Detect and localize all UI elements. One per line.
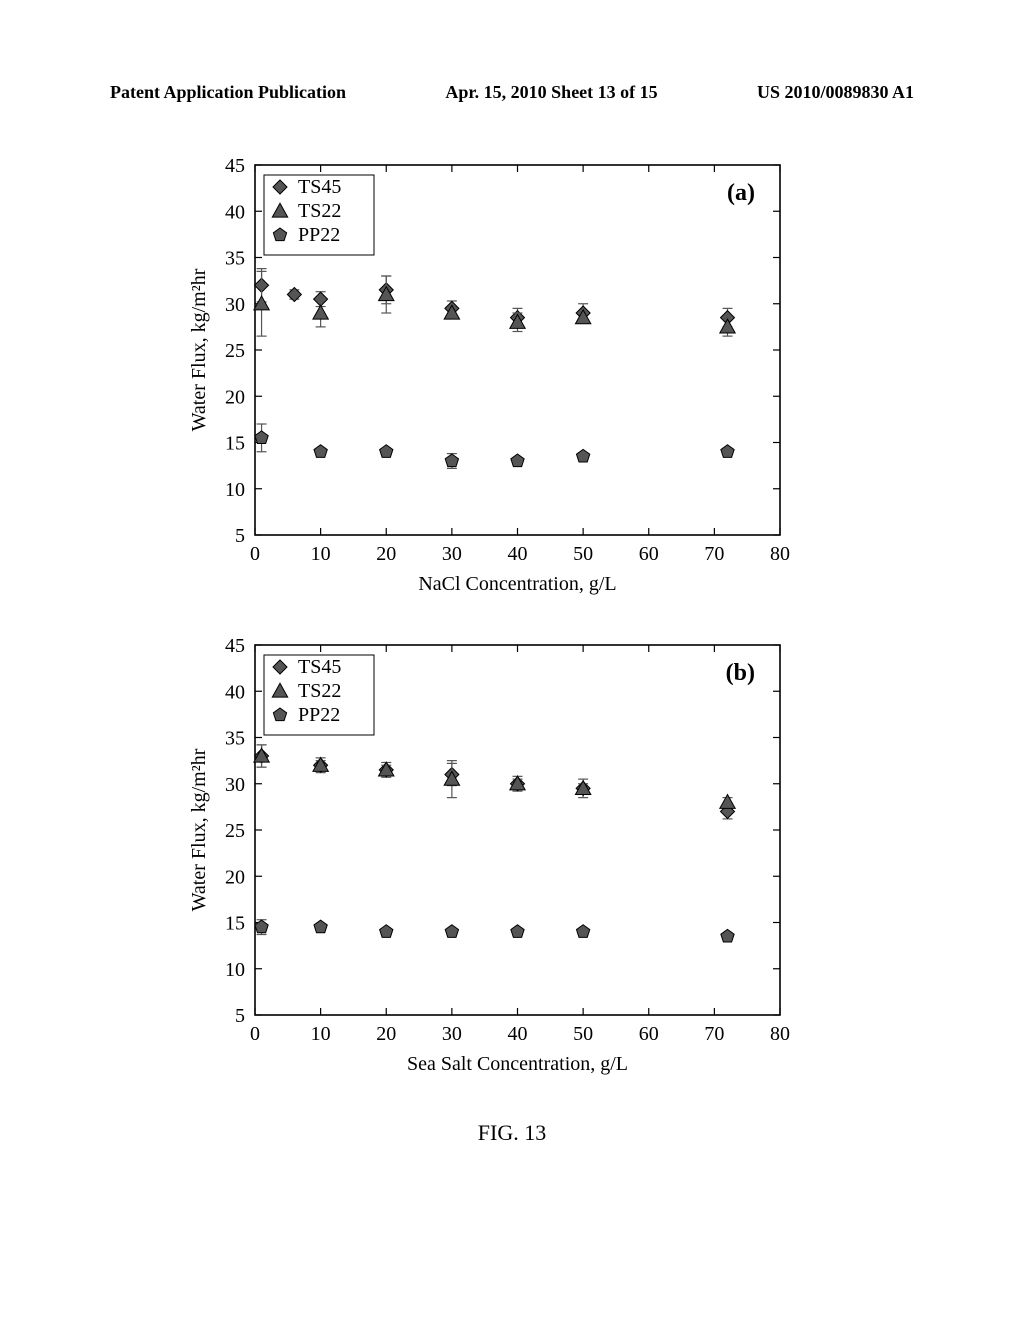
svg-text:(a): (a) — [727, 180, 755, 206]
svg-text:0: 0 — [250, 1023, 260, 1045]
svg-text:(b): (b) — [726, 660, 755, 686]
svg-text:PP22: PP22 — [298, 704, 340, 726]
svg-text:20: 20 — [376, 1023, 396, 1045]
svg-text:15: 15 — [225, 913, 245, 935]
svg-text:TS45: TS45 — [298, 176, 341, 198]
svg-text:Sea Salt Concentration, g/L: Sea Salt Concentration, g/L — [407, 1053, 628, 1075]
svg-text:10: 10 — [225, 479, 245, 501]
svg-text:45: 45 — [225, 635, 245, 657]
svg-text:Water Flux, kg/m²hr: Water Flux, kg/m²hr — [188, 268, 210, 431]
svg-text:25: 25 — [225, 340, 245, 362]
svg-text:30: 30 — [442, 1023, 462, 1045]
svg-text:80: 80 — [770, 1023, 790, 1045]
svg-text:35: 35 — [225, 248, 245, 270]
page: Patent Application Publication Apr. 15, … — [0, 0, 1024, 1320]
svg-text:40: 40 — [508, 543, 528, 565]
svg-text:40: 40 — [508, 1023, 528, 1045]
svg-text:30: 30 — [442, 543, 462, 565]
svg-text:30: 30 — [225, 774, 245, 796]
svg-text:TS22: TS22 — [298, 680, 341, 702]
svg-text:60: 60 — [639, 1023, 659, 1045]
header-mid: Apr. 15, 2010 Sheet 13 of 15 — [445, 82, 657, 103]
svg-text:70: 70 — [704, 543, 724, 565]
svg-text:5: 5 — [235, 1005, 245, 1027]
svg-text:10: 10 — [311, 543, 331, 565]
svg-text:50: 50 — [573, 543, 593, 565]
svg-text:70: 70 — [704, 1023, 724, 1045]
svg-text:0: 0 — [250, 543, 260, 565]
chart-b-svg: 0 10 20 30 40 50 60 70 80 5 10 15 20 25 30 35 40 45 Sea Sa… — [180, 630, 800, 1100]
svg-text:40: 40 — [225, 681, 245, 703]
header-right: US 2010/0089830 A1 — [757, 82, 914, 103]
svg-text:20: 20 — [225, 386, 245, 408]
svg-text:50: 50 — [573, 1023, 593, 1045]
svg-text:80: 80 — [770, 543, 790, 565]
svg-text:20: 20 — [225, 866, 245, 888]
chart-a-svg: 0 10 20 30 40 50 60 70 80 5 10 15 20 25 30 35 40 45 NaCl C… — [180, 150, 800, 620]
svg-text:5: 5 — [235, 525, 245, 547]
svg-text:45: 45 — [225, 155, 245, 177]
chart-panel-a: 0102030405060708051015202530354045NaCl C… — [180, 150, 800, 590]
header-left: Patent Application Publication — [110, 82, 346, 103]
svg-text:35: 35 — [225, 728, 245, 750]
figure-label: FIG. 13 — [0, 1120, 1024, 1146]
svg-text:TS45: TS45 — [298, 656, 341, 678]
svg-text:20: 20 — [376, 543, 396, 565]
svg-text:25: 25 — [225, 820, 245, 842]
svg-text:PP22: PP22 — [298, 224, 340, 246]
svg-text:TS22: TS22 — [298, 200, 341, 222]
chart-panel-b: 0102030405060708051015202530354045Sea Sa… — [180, 630, 800, 1070]
svg-text:10: 10 — [225, 959, 245, 981]
svg-text:15: 15 — [225, 433, 245, 455]
svg-text:Water Flux, kg/m²hr: Water Flux, kg/m²hr — [188, 748, 210, 911]
svg-text:NaCl Concentration, g/L: NaCl Concentration, g/L — [418, 573, 616, 595]
svg-text:60: 60 — [639, 543, 659, 565]
svg-text:10: 10 — [311, 1023, 331, 1045]
page-header: Patent Application Publication Apr. 15, … — [110, 82, 914, 103]
svg-text:40: 40 — [225, 201, 245, 223]
svg-text:30: 30 — [225, 294, 245, 316]
